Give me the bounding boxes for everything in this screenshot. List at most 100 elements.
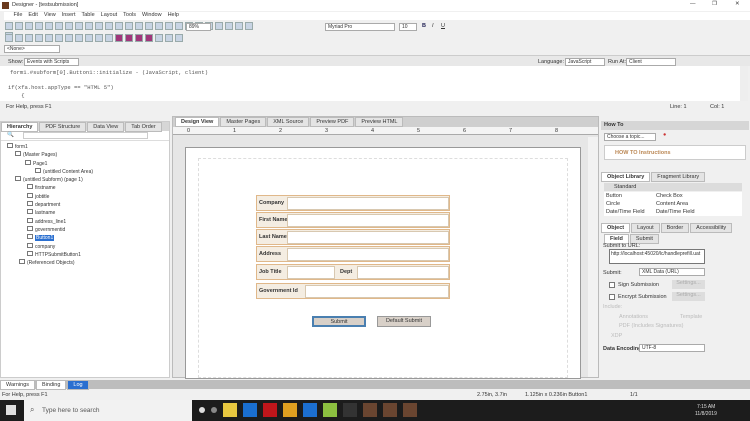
taskbar-app-icon[interactable] [199,407,205,413]
tree-item[interactable]: jobtitle [1,192,169,201]
tree-item[interactable]: lastname [1,209,169,217]
layout-button-icon[interactable] [45,34,53,42]
tab-accessibility[interactable]: Accessibility [690,223,733,233]
taskbar-app-icon[interactable] [211,407,217,413]
toolbar-button-icon[interactable] [245,22,253,30]
library-item[interactable]: Date/Time Field [656,209,695,215]
script-scrollbar[interactable] [740,66,748,101]
layout-button-icon[interactable] [135,34,143,42]
tab-border[interactable]: Border [660,223,690,233]
layout-button-icon[interactable] [15,34,23,42]
submit-button[interactable]: Submit [312,316,366,327]
taskbar-app-icon[interactable] [243,403,257,417]
tab-object-library[interactable]: Object Library [601,172,651,182]
tab-preview-pdf[interactable]: Preview PDF [310,117,355,127]
tree-item[interactable]: company [1,242,169,251]
menu-view[interactable]: View [44,12,56,18]
tab-warnings[interactable]: Warnings [0,380,36,390]
topic-select[interactable]: Choose a topic... [604,133,656,141]
menu-help[interactable]: Help [168,12,179,18]
toolbar-button-icon[interactable] [135,22,143,30]
layout-button-icon[interactable] [115,34,123,42]
layout-button-icon[interactable] [5,34,13,42]
toolbar-button-icon[interactable] [165,22,173,30]
toolbar-button-icon[interactable] [65,22,73,30]
menu-tools[interactable]: Tools [123,12,136,18]
toolbar-button-icon[interactable] [115,22,123,30]
toolbar-button-icon[interactable] [105,22,113,30]
taskbar-app-icon[interactable] [403,403,417,417]
underline-button[interactable]: U [441,23,445,29]
toolbar-button-icon[interactable] [95,22,103,30]
layout-button-icon[interactable] [75,34,83,42]
menu-insert[interactable]: Insert [62,12,76,18]
library-item[interactable]: Content Area [656,201,688,207]
menu-layout[interactable]: Layout [101,12,118,18]
tab-object[interactable]: Object [601,223,631,233]
layout-button-icon[interactable] [175,34,183,42]
tree-item[interactable]: (Master Pages) [1,151,169,159]
toolbar-button-icon[interactable] [85,22,93,30]
encrypt-checkbox[interactable] [609,294,615,300]
tab-binding[interactable]: Binding [36,380,67,390]
toolbar-button-icon[interactable] [235,22,243,30]
tab-fragment-library[interactable]: Fragment Library [651,172,706,182]
submit-url-input[interactable]: http://localhost:45020/lc/handleprefill.… [609,249,705,264]
text-field[interactable] [287,266,335,279]
toolbar-button-icon[interactable] [75,22,83,30]
encrypt-settings-button[interactable]: Settings... [672,292,705,301]
minimize-icon[interactable]: — [690,1,696,7]
toolbar-button-icon[interactable] [55,22,63,30]
xdp-option[interactable]: XDP [611,333,622,339]
hierarchy-search-input[interactable] [23,132,148,139]
toolbar-button-icon[interactable] [215,22,223,30]
library-item[interactable]: Check Box [656,193,683,199]
layout-button-icon[interactable] [155,34,163,42]
tree-item[interactable]: (Referenced Objects) [1,259,169,267]
toolbar-button-icon[interactable] [155,22,163,30]
tab-layout[interactable]: Layout [631,223,660,233]
tab-log[interactable]: Log [67,380,89,390]
tree-item[interactable]: firstname [1,184,169,192]
taskbar-app-icon[interactable] [283,403,297,417]
taskbar-app-icon[interactable] [363,403,377,417]
layout-button-icon[interactable] [145,34,153,42]
taskbar-app-icon[interactable] [383,403,397,417]
sign-checkbox[interactable] [609,282,615,288]
toolbar-button-icon[interactable] [15,22,23,30]
taskbar-app-icon[interactable] [323,403,337,417]
text-field[interactable] [287,231,449,244]
library-group[interactable]: Standard [604,183,742,191]
text-field[interactable] [287,197,449,210]
taskbar-search[interactable]: ⌕ Type here to search [24,400,192,421]
font-select[interactable]: Myriad Pro [325,23,395,31]
tree-item[interactable]: department [1,201,169,209]
tree-item[interactable]: (untitled Content Area) [1,167,169,176]
restore-icon[interactable]: ❐ [712,1,717,7]
layout-button-icon[interactable] [95,34,103,42]
toolbar-button-icon[interactable] [5,22,13,30]
layout-button-icon[interactable] [55,34,63,42]
zoom-select[interactable]: 89% [186,23,211,31]
toolbar-button-icon[interactable] [175,22,183,30]
size-select[interactable]: 10 [399,23,417,31]
tree-item[interactable]: address_line1 [1,217,169,226]
template-option[interactable]: Template [680,314,702,320]
menu-window[interactable]: Window [142,12,162,18]
text-field[interactable] [305,285,449,298]
menu-table[interactable]: Table [81,12,94,18]
tree-item[interactable]: Page1 [1,159,169,168]
run-at-select[interactable]: Client [626,58,676,66]
pdf-option[interactable]: PDF (Includes Signatures) [619,323,684,329]
layout-button-icon[interactable] [125,34,133,42]
submit-format-select[interactable]: XML Data (URL) [639,268,705,276]
tab-design-view[interactable]: Design View [175,117,220,127]
text-field[interactable] [287,248,449,261]
windows-start-icon[interactable] [6,405,16,415]
layout-button-icon[interactable] [65,34,73,42]
default-submit-button[interactable]: Default Submit [377,316,431,327]
toolbar-button-icon[interactable] [125,22,133,30]
sign-settings-button[interactable]: Settings... [672,280,705,289]
tree-item[interactable]: Button1 [1,234,169,242]
layout-button-icon[interactable] [35,34,43,42]
